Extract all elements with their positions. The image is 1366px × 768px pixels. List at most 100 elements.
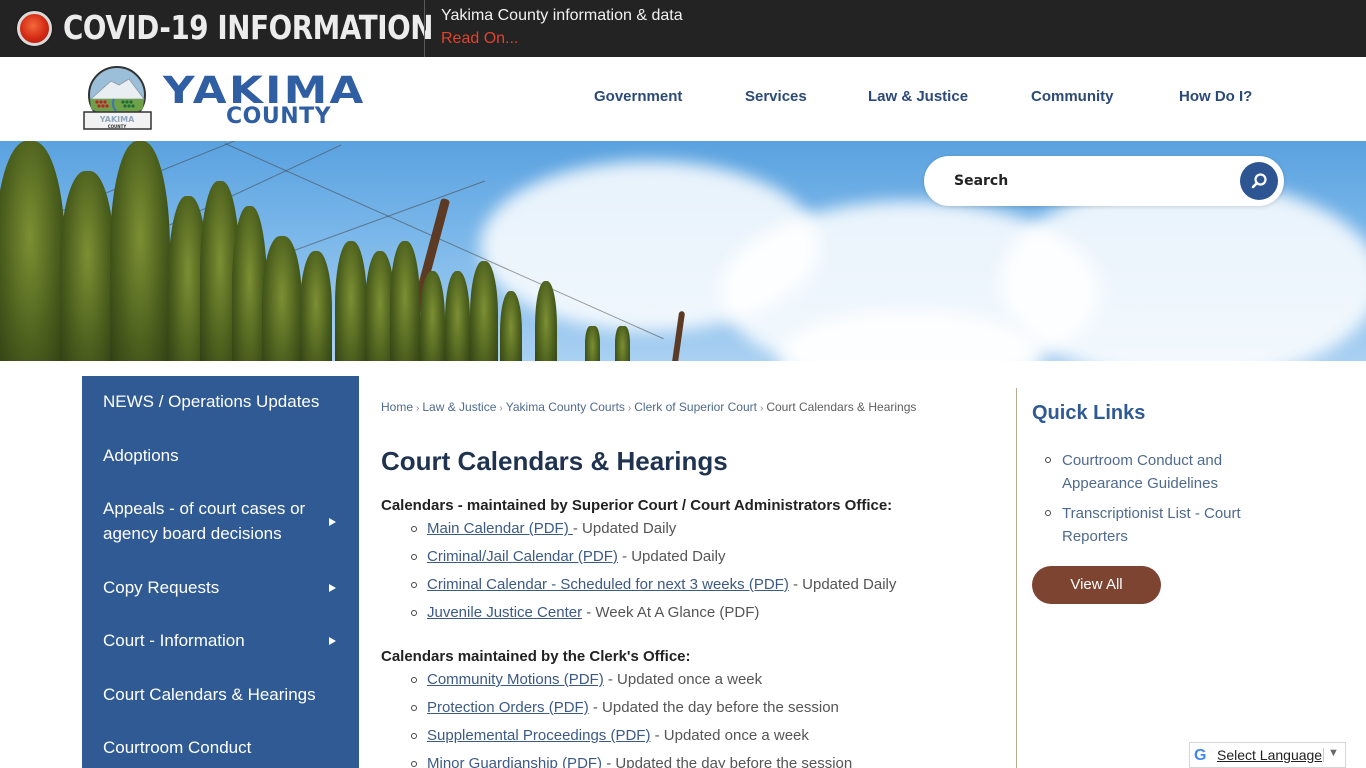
hop-vine	[470, 261, 498, 361]
covid-alert-banner: COVID-19 INFORMATION Yakima County infor…	[0, 0, 1366, 57]
criminal-calendar-3weeks-link[interactable]: Criminal Calendar - Scheduled for next 3…	[427, 576, 789, 593]
search-bar	[924, 156, 1284, 206]
quick-link-transcriptionist[interactable]: Transcriptionist List - Court Reporters	[1062, 502, 1262, 548]
sidebar-item-court-information[interactable]: Court - Information	[103, 628, 343, 653]
submenu-arrow-icon[interactable]	[329, 637, 336, 645]
sidebar-nav: NEWS / Operations Updates Adoptions Appe…	[82, 376, 359, 768]
list-item: Main Calendar (PDF) - Updated Daily	[427, 520, 676, 537]
alert-title[interactable]: COVID-19 INFORMATION	[63, 8, 433, 47]
list-bullet-icon	[411, 705, 417, 711]
list-bullet-icon	[411, 554, 417, 560]
page-title: Court Calendars & Hearings	[381, 446, 728, 476]
supplemental-proceedings-link[interactable]: Supplemental Proceedings (PDF)	[427, 727, 650, 744]
submenu-arrow-icon[interactable]	[329, 518, 336, 526]
translate-divider	[1323, 748, 1324, 762]
section-heading: Calendars maintained by the Clerk's Offi…	[381, 648, 691, 665]
sidebar-item-court-calendars[interactable]: Court Calendars & Hearings	[103, 682, 343, 707]
quick-links-title: Quick Links	[1032, 402, 1146, 424]
breadcrumb-home[interactable]: Home	[381, 400, 413, 414]
breadcrumb: Home › Law & Justice › Yakima County Courts ›…	[381, 400, 916, 414]
sidebar-item-copy-requests[interactable]: Copy Requests	[103, 575, 343, 600]
sidebar-item-courtroom-conduct[interactable]: Courtroom Conduct	[103, 735, 343, 760]
list-bullet-icon	[411, 733, 417, 739]
hero-cloud	[1000, 181, 1366, 361]
section-heading: Calendars - maintained by Superior Court…	[381, 497, 893, 514]
community-motions-link[interactable]: Community Motions (PDF)	[427, 671, 604, 688]
sidebar-item-news[interactable]: NEWS / Operations Updates	[103, 389, 343, 414]
list-item: Community Motions (PDF) - Updated once a…	[427, 671, 762, 688]
view-all-button[interactable]: View All	[1032, 566, 1161, 604]
breadcrumb-current: Court Calendars & Hearings	[766, 400, 917, 414]
list-bullet-icon	[411, 761, 417, 767]
dropdown-caret-icon[interactable]: ▼	[1328, 747, 1339, 759]
nav-how-do-i[interactable]: How Do I?	[1179, 88, 1252, 105]
select-language-label[interactable]: Select Language	[1217, 747, 1322, 763]
list-item-note: - Updated Daily	[572, 520, 677, 537]
submenu-arrow-icon[interactable]	[329, 584, 336, 592]
minor-guardianship-link[interactable]: Minor Guardianship (PDF)	[427, 755, 602, 768]
nav-government[interactable]: Government	[594, 88, 682, 105]
sidebar-item-adoptions[interactable]: Adoptions	[103, 443, 343, 468]
list-bullet-icon	[411, 677, 417, 683]
list-bullet-icon	[1045, 510, 1051, 516]
hop-vine	[535, 281, 557, 361]
google-logo-icon: G	[1194, 747, 1207, 764]
alert-dot-icon	[17, 11, 52, 46]
hop-vine	[445, 271, 470, 361]
nav-law-justice[interactable]: Law & Justice	[868, 88, 968, 105]
search-button[interactable]	[1240, 162, 1278, 200]
protection-orders-link[interactable]: Protection Orders (PDF)	[427, 699, 589, 716]
sidebar-item-appeals[interactable]: Appeals - of court cases or agency board…	[103, 496, 318, 546]
hop-vine	[0, 141, 65, 361]
hop-vine	[585, 326, 600, 361]
hop-vine	[60, 171, 115, 361]
list-item-note: - Updated the day before the session	[602, 755, 853, 768]
list-item: Minor Guardianship (PDF) - Updated the d…	[427, 755, 852, 768]
list-bullet-icon	[1045, 457, 1051, 463]
breadcrumb-separator: ›	[416, 403, 420, 414]
list-item-note: - Week At A Glance (PDF)	[582, 604, 760, 621]
site-header: YAKIMA COUNTY YAKIMA COUNTY Government S…	[0, 57, 1366, 141]
list-item-note: - Updated Daily	[617, 548, 726, 565]
breadcrumb-law-justice[interactable]: Law & Justice	[422, 400, 496, 414]
hop-vine	[420, 271, 445, 361]
nav-community[interactable]: Community	[1031, 88, 1114, 105]
main-calendar-link[interactable]: Main Calendar (PDF)	[427, 520, 573, 537]
list-item: Criminal Calendar - Scheduled for next 3…	[427, 576, 896, 593]
list-bullet-icon	[411, 610, 417, 616]
list-item-note: - Updated Daily	[788, 576, 897, 593]
hop-vine	[615, 326, 630, 361]
breadcrumb-separator: ›	[627, 403, 632, 414]
county-seal-logo-icon[interactable]: YAKIMA COUNTY	[81, 65, 154, 133]
breadcrumb-separator: ›	[759, 403, 764, 414]
list-item: Supplemental Proceedings (PDF) - Updated…	[427, 727, 809, 744]
criminal-jail-calendar-link[interactable]: Criminal/Jail Calendar (PDF)	[427, 548, 618, 565]
seal-subtext: COUNTY	[108, 124, 127, 129]
alert-subtitle: Yakima County information & data	[441, 7, 683, 24]
hop-vine	[300, 251, 332, 361]
search-icon	[1251, 173, 1267, 189]
breadcrumb-courts[interactable]: Yakima County Courts	[506, 400, 625, 414]
list-item: Protection Orders (PDF) - Updated the da…	[427, 699, 839, 716]
list-item: Criminal/Jail Calendar (PDF) - Updated D…	[427, 548, 725, 565]
breadcrumb-clerk[interactable]: Clerk of Superior Court	[634, 400, 757, 414]
list-bullet-icon	[411, 526, 417, 532]
breadcrumb-separator: ›	[499, 403, 503, 414]
hop-vine	[390, 241, 420, 361]
nav-services[interactable]: Services	[745, 88, 807, 105]
list-item: Juvenile Justice Center - Week At A Glan…	[427, 604, 759, 621]
language-selector[interactable]: G Select Language ▼	[1189, 742, 1346, 768]
list-item-note: - Updated once a week	[650, 727, 809, 744]
search-input[interactable]	[954, 170, 1234, 192]
list-item-note: - Updated once a week	[603, 671, 763, 688]
hop-vine	[262, 236, 302, 361]
quick-link-courtroom-conduct[interactable]: Courtroom Conduct and Appearance Guideli…	[1062, 449, 1262, 495]
column-divider	[1016, 388, 1017, 768]
hop-vine	[335, 241, 367, 361]
juvenile-justice-center-link[interactable]: Juvenile Justice Center	[427, 604, 582, 621]
read-on-link[interactable]: Read On...	[441, 30, 518, 48]
list-item-note: - Updated the day before the session	[588, 699, 839, 716]
hop-vine	[110, 141, 170, 361]
logo-county[interactable]: COUNTY	[226, 104, 331, 129]
list-bullet-icon	[411, 582, 417, 588]
